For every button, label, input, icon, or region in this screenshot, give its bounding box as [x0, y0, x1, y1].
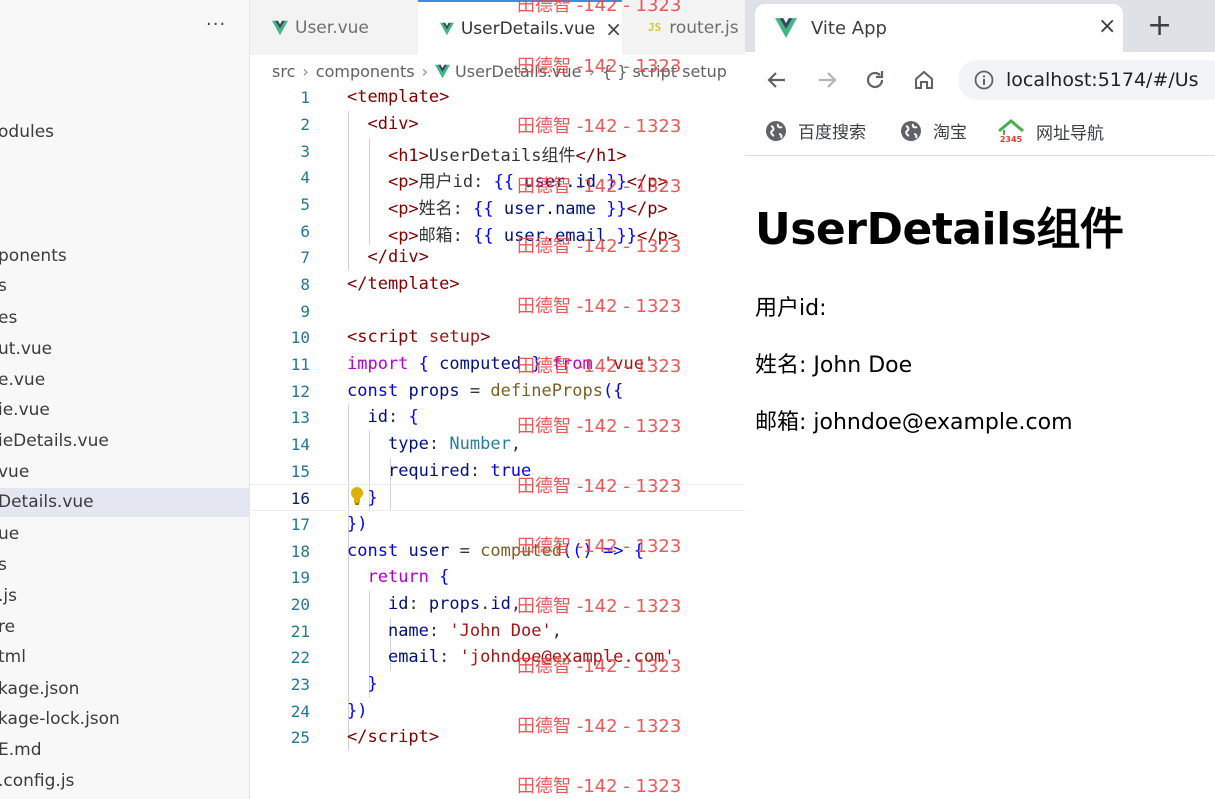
- tree-item[interactable]: kage.json: [0, 675, 249, 704]
- page-heading: UserDetails组件: [755, 204, 1124, 255]
- chevron-right-icon: ›: [421, 61, 429, 81]
- js-icon: JS: [648, 21, 662, 34]
- browser-tab-title: Vite App: [811, 17, 887, 39]
- chevron-right-icon: ›: [302, 61, 309, 81]
- watermark: 田德智 -142 - 1323: [517, 776, 682, 797]
- tree-item[interactable]: .js: [0, 582, 249, 611]
- tree-item[interactable]: E.md: [0, 736, 249, 765]
- tree-item[interactable]: ieDetails.vue: [0, 427, 249, 456]
- bookmark-label: 网址导航: [1036, 123, 1104, 144]
- watermark: 田德智 -142 - 1323: [517, 656, 682, 677]
- explorer-sidebar: ··· odules ponents s es ut.vue e.vue ie.…: [0, 0, 250, 799]
- code-line: 21 name: 'John Doe',: [290, 621, 562, 641]
- watermark: 田德智 -142 - 1323: [517, 536, 682, 557]
- user-id-row: 用户id:: [755, 296, 827, 321]
- user-email-row: 邮箱: johndoe@example.com: [755, 410, 1073, 435]
- tree-item[interactable]: odules: [0, 118, 249, 147]
- tab-label: router.js: [669, 17, 739, 38]
- url-text: localhost:5174/#/Us: [1006, 69, 1199, 91]
- close-icon[interactable]: ×: [1098, 14, 1116, 39]
- tree-item[interactable]: e.vue: [0, 366, 249, 395]
- lightbulb-icon[interactable]: [350, 486, 364, 506]
- code-line: 12 const props = defineProps({: [290, 381, 624, 401]
- address-bar[interactable]: localhost:5174/#/Us: [958, 60, 1215, 100]
- reload-icon[interactable]: [863, 68, 887, 92]
- watermark: 田德智 -142 - 1323: [517, 416, 682, 437]
- vue-icon: [272, 20, 288, 35]
- tab-user-vue[interactable]: User.vue: [250, 0, 418, 55]
- watermark: 田德智 -142 - 1323: [517, 596, 682, 617]
- vue-icon: [435, 64, 451, 78]
- tree-item[interactable]: ue: [0, 520, 249, 549]
- house-2345-icon: 2345: [998, 119, 1024, 144]
- watermark: 田德智 -142 - 1323: [517, 176, 682, 197]
- bookmarks-bar: 百度搜索 淘宝 2345 网址导航: [745, 108, 1215, 156]
- user-name-row: 姓名: John Doe: [755, 353, 913, 378]
- tab-label: User.vue: [295, 17, 369, 38]
- bookmark-nav[interactable]: 2345 网址导航: [997, 118, 1104, 144]
- watermark: 田德智 -142 - 1323: [517, 356, 682, 377]
- tree-item[interactable]: es: [0, 304, 249, 333]
- close-icon[interactable]: ×: [605, 17, 622, 41]
- browser-toolbar: localhost:5174/#/Us: [745, 52, 1215, 108]
- svg-text:2345: 2345: [1000, 135, 1023, 144]
- watermark: 田德智 -142 - 1323: [517, 476, 682, 497]
- tree-item[interactable]: tml: [0, 643, 249, 672]
- tab-label: UserDetails.vue: [460, 18, 596, 39]
- watermark: 田德智 -142 - 1323: [517, 716, 682, 737]
- code-line: 1 <template>: [300, 87, 450, 107]
- tree-item-active[interactable]: Details.vue: [0, 488, 249, 517]
- new-tab-button[interactable]: +: [1147, 8, 1172, 43]
- bookmark-label: 淘宝: [933, 123, 967, 143]
- tree-item[interactable]: kage-lock.json: [0, 705, 249, 734]
- back-icon[interactable]: [765, 68, 789, 92]
- watermark: 田德智 -142 - 1323: [517, 116, 682, 137]
- watermark: 田德智 -142 - 1323: [517, 236, 682, 257]
- tree-item[interactable]: s: [0, 551, 249, 580]
- tree-item[interactable]: ponents: [0, 242, 249, 271]
- browser-tab-strip: Vite App × +: [745, 0, 1215, 52]
- tree-item[interactable]: vue: [0, 458, 249, 487]
- tree-item[interactable]: .config.js: [0, 767, 249, 796]
- vue-icon: [440, 22, 454, 35]
- forward-icon[interactable]: [815, 68, 839, 92]
- tree-item[interactable]: ut.vue: [0, 335, 249, 364]
- vue-favicon-icon: [775, 18, 797, 38]
- globe-icon: [901, 120, 921, 141]
- browser-window: Vite App × + localhost:5174/#/Us 百度搜索 淘宝…: [745, 0, 1215, 799]
- code-line: 3 <h1>UserDetails组件</h1>: [300, 142, 627, 166]
- watermark: 田德智 -142 - 1323: [517, 0, 682, 16]
- browser-tab[interactable]: Vite App ×: [755, 4, 1123, 52]
- more-actions-icon[interactable]: ···: [206, 14, 226, 35]
- bookmark-label: 百度搜索: [798, 123, 866, 143]
- globe-icon: [766, 120, 786, 141]
- watermark: 田德智 -142 - 1323: [517, 56, 682, 77]
- info-icon[interactable]: [974, 70, 994, 90]
- tree-item[interactable]: s: [0, 272, 249, 301]
- code-line: 19 return {: [290, 567, 450, 587]
- tree-item[interactable]: ie.vue: [0, 396, 249, 425]
- home-icon[interactable]: [912, 68, 936, 92]
- breadcrumb-item[interactable]: src: [272, 62, 295, 81]
- breadcrumb-item[interactable]: components: [316, 62, 415, 81]
- code-line: 10 <script setup>: [290, 327, 491, 347]
- bookmark-baidu[interactable]: 百度搜索: [765, 118, 866, 143]
- tree-item[interactable]: re: [0, 613, 249, 642]
- watermark: 田德智 -142 - 1323: [517, 296, 682, 317]
- bookmark-taobao[interactable]: 淘宝: [900, 118, 967, 143]
